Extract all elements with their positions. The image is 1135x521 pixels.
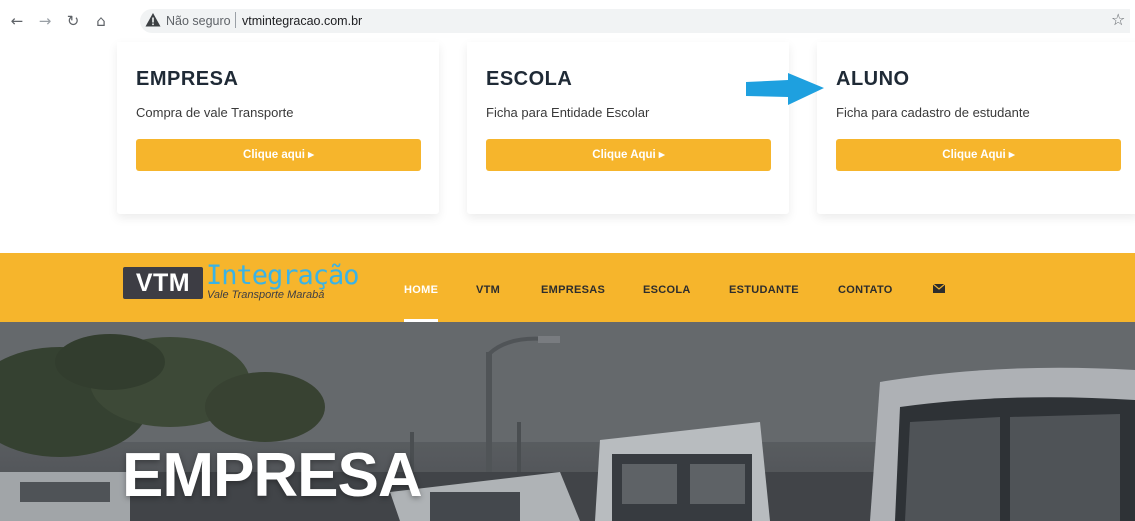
logo-tagline: Vale Transporte Marabá [207, 289, 325, 301]
main-navbar: VTM Integração Vale Transporte Marabá HO… [0, 253, 1135, 322]
home-icon[interactable]: ⌂ [92, 12, 110, 30]
nav-item-home[interactable]: HOME [404, 284, 438, 296]
forward-arrow-icon[interactable]: → [36, 12, 54, 30]
nav-item-estudante[interactable]: ESTUDANTE [729, 284, 799, 296]
blue-arrow-icon [746, 73, 824, 105]
clique-aqui-button[interactable]: Clique Aqui ▸ [836, 139, 1121, 171]
card-description: Ficha para cadastro de estudante [836, 105, 1030, 120]
browser-toolbar: ← → ↻ ⌂ Não seguro vtmintegracao.com.br … [0, 0, 1135, 42]
nav-item-escola[interactable]: ESCOLA [643, 284, 691, 296]
nav-item-contato[interactable]: CONTATO [838, 284, 893, 296]
logo-name[interactable]: Integração [206, 262, 360, 290]
card-title: ALUNO [836, 68, 910, 90]
bookmark-star-icon[interactable]: ☆ [1111, 10, 1125, 29]
reload-icon[interactable]: ↻ [64, 12, 82, 30]
card-title: ESCOLA [486, 68, 573, 90]
logo-badge[interactable]: VTM [123, 267, 203, 299]
card-description: Ficha para Entidade Escolar [486, 105, 650, 120]
back-arrow-icon[interactable]: ← [8, 12, 26, 30]
nav-item-empresas[interactable]: EMPRESAS [541, 284, 605, 296]
url-text[interactable]: vtmintegracao.com.br [242, 14, 362, 28]
card-description: Compra de vale Transporte [136, 105, 294, 120]
url-separator [235, 12, 236, 28]
card-aluno: ALUNO Ficha para cadastro de estudante C… [817, 42, 1135, 214]
security-status[interactable]: Não seguro [166, 14, 231, 28]
mail-icon[interactable] [933, 284, 945, 293]
hero-banner: EMPRESA [0, 322, 1135, 521]
hero-title: EMPRESA [122, 441, 423, 510]
clique-aqui-button[interactable]: Clique aqui ▸ [136, 139, 421, 171]
card-empresa: EMPRESA Compra de vale Transporte Clique… [117, 42, 439, 214]
nav-item-vtm[interactable]: VTM [476, 284, 500, 296]
card-escola: ESCOLA Ficha para Entidade Escolar Cliqu… [467, 42, 789, 214]
clique-aqui-button[interactable]: Clique Aqui ▸ [486, 139, 771, 171]
warning-triangle-icon[interactable] [145, 12, 161, 28]
card-title: EMPRESA [136, 68, 239, 90]
